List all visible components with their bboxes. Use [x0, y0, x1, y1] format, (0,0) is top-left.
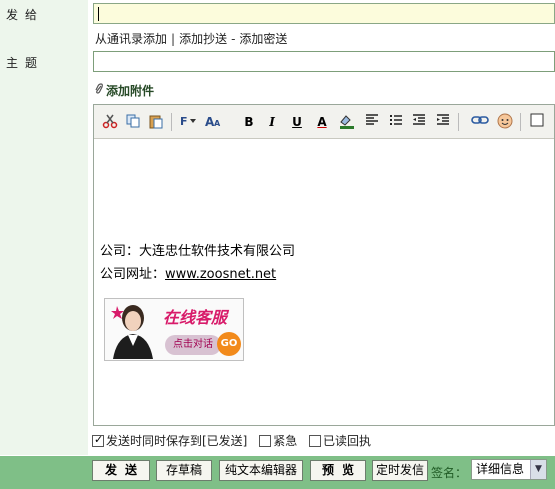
svg-text:A: A: [214, 119, 221, 128]
underline-button[interactable]: U: [287, 113, 307, 131]
send-options: 发送时同时保存到[已发送] 紧急 已读回执: [92, 432, 379, 449]
link-separator: -: [231, 32, 236, 46]
website-line: 公司网址：www.zoosnet.net: [100, 263, 295, 286]
action-bar: 发送 存草稿 纯文本编辑器 预览 定时发信 签名： 详细信息 ▼: [0, 456, 555, 489]
indent-icon[interactable]: [433, 113, 453, 131]
svg-text:F: F: [180, 115, 188, 128]
font-size-icon[interactable]: AA: [204, 113, 224, 131]
plain-text-editor-button[interactable]: 纯文本编辑器: [219, 460, 303, 481]
support-agent-photo: [111, 305, 153, 359]
chevron-down-icon: ▼: [530, 460, 546, 479]
text-caret: [98, 7, 99, 21]
align-left-icon[interactable]: [362, 113, 382, 131]
subject-input[interactable]: [93, 51, 555, 72]
editor-toolbar: F AA B I U A: [94, 105, 554, 139]
table-icon[interactable]: [527, 113, 547, 131]
add-from-address-book-link[interactable]: 从通讯录添加: [95, 32, 167, 46]
urgent-checkbox[interactable]: [259, 435, 272, 447]
add-cc-link[interactable]: 添加抄送: [179, 32, 227, 46]
read-receipt-option[interactable]: 已读回执: [309, 434, 371, 448]
preview-button[interactable]: 预览: [310, 460, 366, 481]
italic-button[interactable]: I: [262, 113, 282, 131]
signature-selected-value: 详细信息: [476, 462, 525, 476]
schedule-send-button[interactable]: 定时发信: [372, 460, 428, 481]
to-label: 发给: [6, 8, 45, 22]
signature-select[interactable]: 详细信息 ▼: [471, 459, 547, 480]
emoticon-icon[interactable]: [495, 113, 515, 131]
recipient-links: 从通讯录添加 | 添加抄送 - 添加密送: [95, 30, 287, 47]
banner-go-badge: GO: [217, 332, 241, 356]
bold-button[interactable]: B: [239, 113, 259, 131]
save-draft-button[interactable]: 存草稿: [156, 460, 212, 481]
font-family-icon[interactable]: F: [179, 113, 199, 131]
insert-link-icon[interactable]: [470, 113, 490, 131]
font-color-button[interactable]: A: [312, 113, 332, 131]
online-support-banner[interactable]: 在线客服 点击对话 GO: [104, 298, 244, 361]
subject-label: 主题: [6, 56, 45, 70]
toolbar-divider: [458, 113, 459, 131]
urgent-label: 紧急: [273, 434, 298, 448]
read-receipt-checkbox[interactable]: [309, 435, 322, 447]
website-label: 公司网址：: [100, 267, 166, 282]
toolbar-divider: [520, 113, 521, 131]
website-link[interactable]: www.zoosnet.net: [165, 267, 276, 282]
add-attachment-link[interactable]: 添加附件: [94, 82, 154, 99]
read-receipt-label: 已读回执: [323, 434, 372, 448]
rich-text-editor[interactable]: F AA B I U A 公司：大连忠仕软件技术有限公司 公司网址：www.zo…: [93, 104, 555, 426]
link-separator: |: [171, 32, 176, 46]
cut-icon[interactable]: [100, 113, 120, 131]
editor-body[interactable]: 公司：大连忠仕软件技术有限公司 公司网址：www.zoosnet.net: [100, 240, 295, 286]
toolbar-divider: [171, 113, 172, 131]
urgent-option[interactable]: 紧急: [259, 434, 297, 448]
add-attachment-label: 添加附件: [106, 84, 155, 98]
banner-subtitle: 点击对话: [165, 335, 221, 355]
save-to-sent-option[interactable]: 发送时同时保存到[已发送]: [92, 433, 248, 448]
signature-label: 签名：: [431, 466, 468, 480]
save-to-sent-label: 发送时同时保存到[已发送]: [106, 434, 248, 448]
add-bcc-link[interactable]: 添加密送: [239, 32, 287, 46]
banner-title: 在线客服: [163, 308, 228, 327]
paperclip-icon: [94, 83, 104, 98]
bulleted-list-icon[interactable]: [386, 113, 406, 131]
company-line: 公司：大连忠仕软件技术有限公司: [100, 244, 296, 259]
highlight-color-icon[interactable]: [337, 113, 357, 131]
send-button[interactable]: 发送: [92, 460, 150, 481]
save-to-sent-checkbox[interactable]: [92, 433, 104, 447]
outdent-icon[interactable]: [409, 113, 429, 131]
paste-icon[interactable]: [146, 113, 166, 131]
copy-icon[interactable]: [123, 113, 143, 131]
to-input[interactable]: [93, 3, 555, 24]
